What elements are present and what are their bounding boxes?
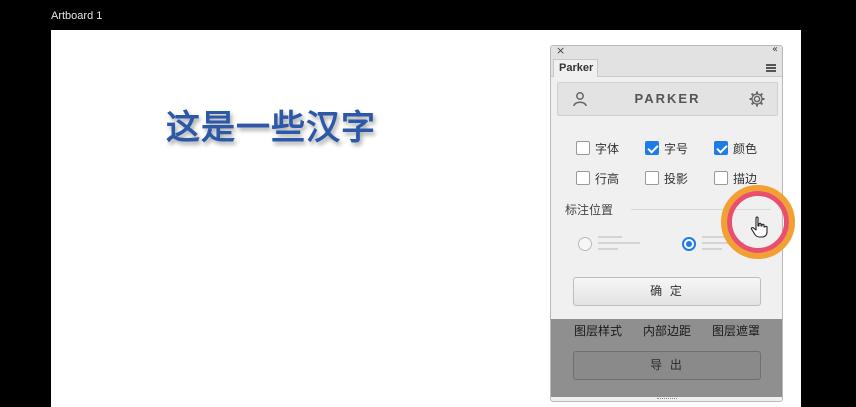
option-size-checkbox[interactable]: 字号 [645, 140, 688, 156]
tab-layer-style[interactable]: 图层样式 [574, 322, 622, 339]
option-line-height-checkbox[interactable]: 行高 [576, 170, 619, 186]
panel-header: PARKER [557, 82, 778, 116]
option-label: 行高 [595, 171, 620, 186]
confirm-button[interactable]: 确 定 [573, 277, 761, 306]
option-label: 投影 [664, 171, 689, 186]
headline-text[interactable]: 这是一些汉字 [166, 100, 376, 149]
option-label: 字号 [664, 141, 689, 156]
option-label: 描边 [733, 171, 758, 186]
checkbox-box[interactable] [645, 171, 659, 185]
position-left-radio[interactable] [578, 237, 592, 251]
checkbox-box[interactable] [576, 171, 590, 185]
checkbox-box[interactable] [714, 171, 728, 185]
option-font-checkbox[interactable]: 字体 [576, 140, 619, 156]
close-icon[interactable]: × [556, 46, 565, 57]
option-label: 颜色 [733, 141, 758, 156]
bottom-section: 图层样式 内部边距 图层遮罩 导 出 [551, 319, 782, 397]
artboard-label: Artboard 1 [51, 10, 103, 22]
tab-inner-padding[interactable]: 内部边距 [643, 322, 691, 339]
position-section-label: 标注位置 [565, 203, 614, 217]
tab-layer-mask[interactable]: 图层遮罩 [712, 322, 760, 339]
resize-grip[interactable] [657, 396, 677, 399]
checkbox-box[interactable] [576, 141, 590, 155]
hand-pointer-icon [750, 216, 768, 238]
option-shadow-checkbox[interactable]: 投影 [645, 170, 688, 186]
menu-icon[interactable] [766, 64, 776, 72]
collapse-icon[interactable]: ‹‹ [772, 46, 778, 55]
brand-title: PARKER [634, 91, 701, 106]
export-button[interactable]: 导 出 [573, 351, 761, 380]
tab-parker[interactable]: Parker [553, 59, 598, 77]
checkbox-box-checked[interactable] [645, 141, 659, 155]
option-label: 字体 [595, 141, 620, 156]
panel-tab-row: Parker [551, 59, 782, 77]
option-stroke-checkbox[interactable]: 描边 [714, 170, 757, 186]
gear-icon[interactable] [749, 91, 765, 107]
panel-title-bar[interactable]: × ‹‹ [551, 46, 782, 59]
position-left-preview [598, 236, 640, 254]
position-right-radio[interactable] [682, 237, 696, 251]
checkbox-box-checked[interactable] [714, 141, 728, 155]
option-color-checkbox[interactable]: 颜色 [714, 140, 757, 156]
